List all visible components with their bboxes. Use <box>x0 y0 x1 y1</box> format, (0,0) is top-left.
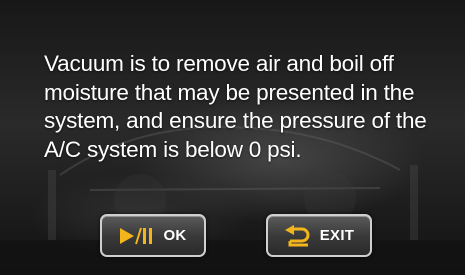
dialog-message: Vacuum is to remove air and boil off moi… <box>44 51 427 162</box>
return-arrow-icon <box>284 224 310 247</box>
exit-button-label: EXIT <box>319 227 355 244</box>
exit-button[interactable]: EXIT <box>266 214 372 257</box>
play-pause-icon <box>119 227 153 245</box>
screen: Vacuum is to remove air and boil off moi… <box>0 0 465 275</box>
ok-button-label: OK <box>163 227 187 244</box>
ok-button[interactable]: OK <box>100 214 206 257</box>
